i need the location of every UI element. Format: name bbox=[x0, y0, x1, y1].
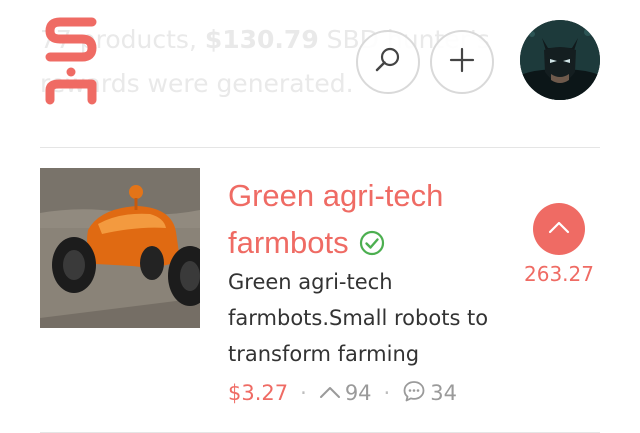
check-circle-icon bbox=[359, 222, 385, 269]
steemhunt-logo[interactable] bbox=[42, 14, 100, 108]
vote-score: 263.27 bbox=[524, 262, 594, 286]
search-icon bbox=[373, 45, 403, 79]
product-meta: $3.27 · 94 · 34 bbox=[228, 378, 457, 408]
payout-value: $3.27 bbox=[228, 381, 289, 405]
meta-separator: · bbox=[300, 381, 307, 405]
chevron-up-icon bbox=[319, 381, 341, 405]
header-divider bbox=[40, 147, 600, 148]
plus-icon bbox=[448, 46, 476, 78]
product-title[interactable]: Green agri-tech farmbots bbox=[228, 172, 518, 269]
product-thumbnail[interactable] bbox=[40, 168, 200, 328]
comment-count[interactable]: 34 bbox=[402, 379, 457, 408]
chevron-up-icon bbox=[547, 219, 571, 239]
product-title-text[interactable]: Green agri-tech farmbots bbox=[228, 178, 443, 260]
comment-count-value[interactable]: 34 bbox=[430, 381, 457, 405]
upvote-count-value: 94 bbox=[344, 381, 372, 405]
meta-separator: · bbox=[383, 381, 391, 405]
add-product-button[interactable] bbox=[430, 30, 494, 94]
upvote-count: 94 bbox=[319, 381, 372, 405]
user-avatar[interactable] bbox=[520, 20, 600, 100]
upvote-button[interactable] bbox=[533, 203, 585, 255]
comment-icon bbox=[402, 379, 426, 408]
search-button[interactable] bbox=[356, 30, 420, 94]
product-description: Green agri-tech farmbots.Small robots to… bbox=[228, 270, 489, 366]
